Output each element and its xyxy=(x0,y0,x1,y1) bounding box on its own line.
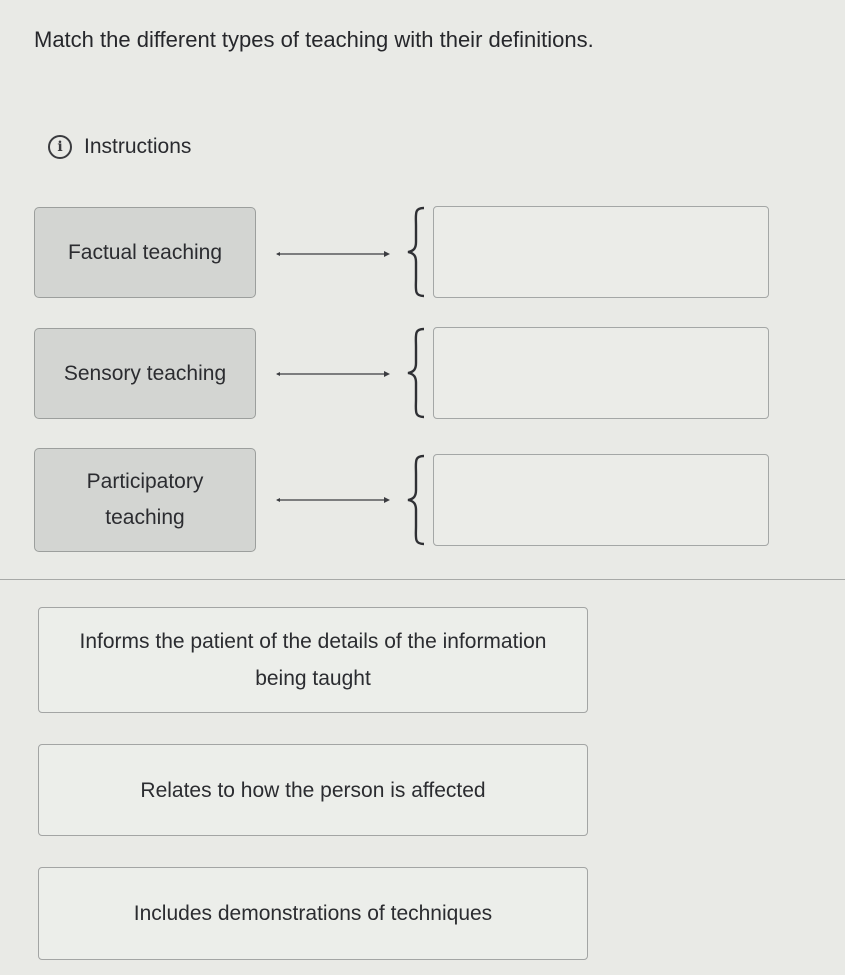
definition-label: Informs the patient of the details of th… xyxy=(79,630,547,690)
term-label: Participatory teaching xyxy=(86,470,204,529)
drop-slot-1[interactable] xyxy=(433,206,769,298)
definition-option-1[interactable]: Informs the patient of the details of th… xyxy=(38,607,588,713)
term-sensory-teaching[interactable]: Sensory teaching xyxy=(34,328,256,419)
definition-option-2[interactable]: Relates to how the person is affected xyxy=(38,744,588,836)
term-participatory-teaching[interactable]: Participatory teaching xyxy=(34,448,256,552)
drop-slot-3[interactable] xyxy=(433,454,769,546)
definition-label: Includes demonstrations of techniques xyxy=(133,902,493,925)
drop-slot-2[interactable] xyxy=(433,327,769,419)
info-icon: i xyxy=(48,135,72,159)
connector-arrow-icon xyxy=(276,251,390,257)
left-brace-icon xyxy=(407,327,425,419)
connector-arrow-icon xyxy=(276,497,390,503)
term-label: Factual teaching xyxy=(67,240,223,264)
term-factual-teaching[interactable]: Factual teaching xyxy=(34,207,256,298)
matching-question-page: Match the different types of teaching wi… xyxy=(0,0,845,975)
left-brace-icon xyxy=(407,454,425,546)
question-text: Match the different types of teaching wi… xyxy=(34,27,594,52)
connector-arrow-icon xyxy=(276,371,390,377)
definition-option-3[interactable]: Includes demonstrations of techniques xyxy=(38,867,588,960)
instructions-label: Instructions xyxy=(84,135,192,158)
term-label: Sensory teaching xyxy=(63,361,227,385)
instructions-link[interactable]: i Instructions xyxy=(48,135,191,159)
section-divider xyxy=(0,579,845,580)
left-brace-icon xyxy=(407,206,425,298)
definition-label: Relates to how the person is affected xyxy=(140,778,486,802)
